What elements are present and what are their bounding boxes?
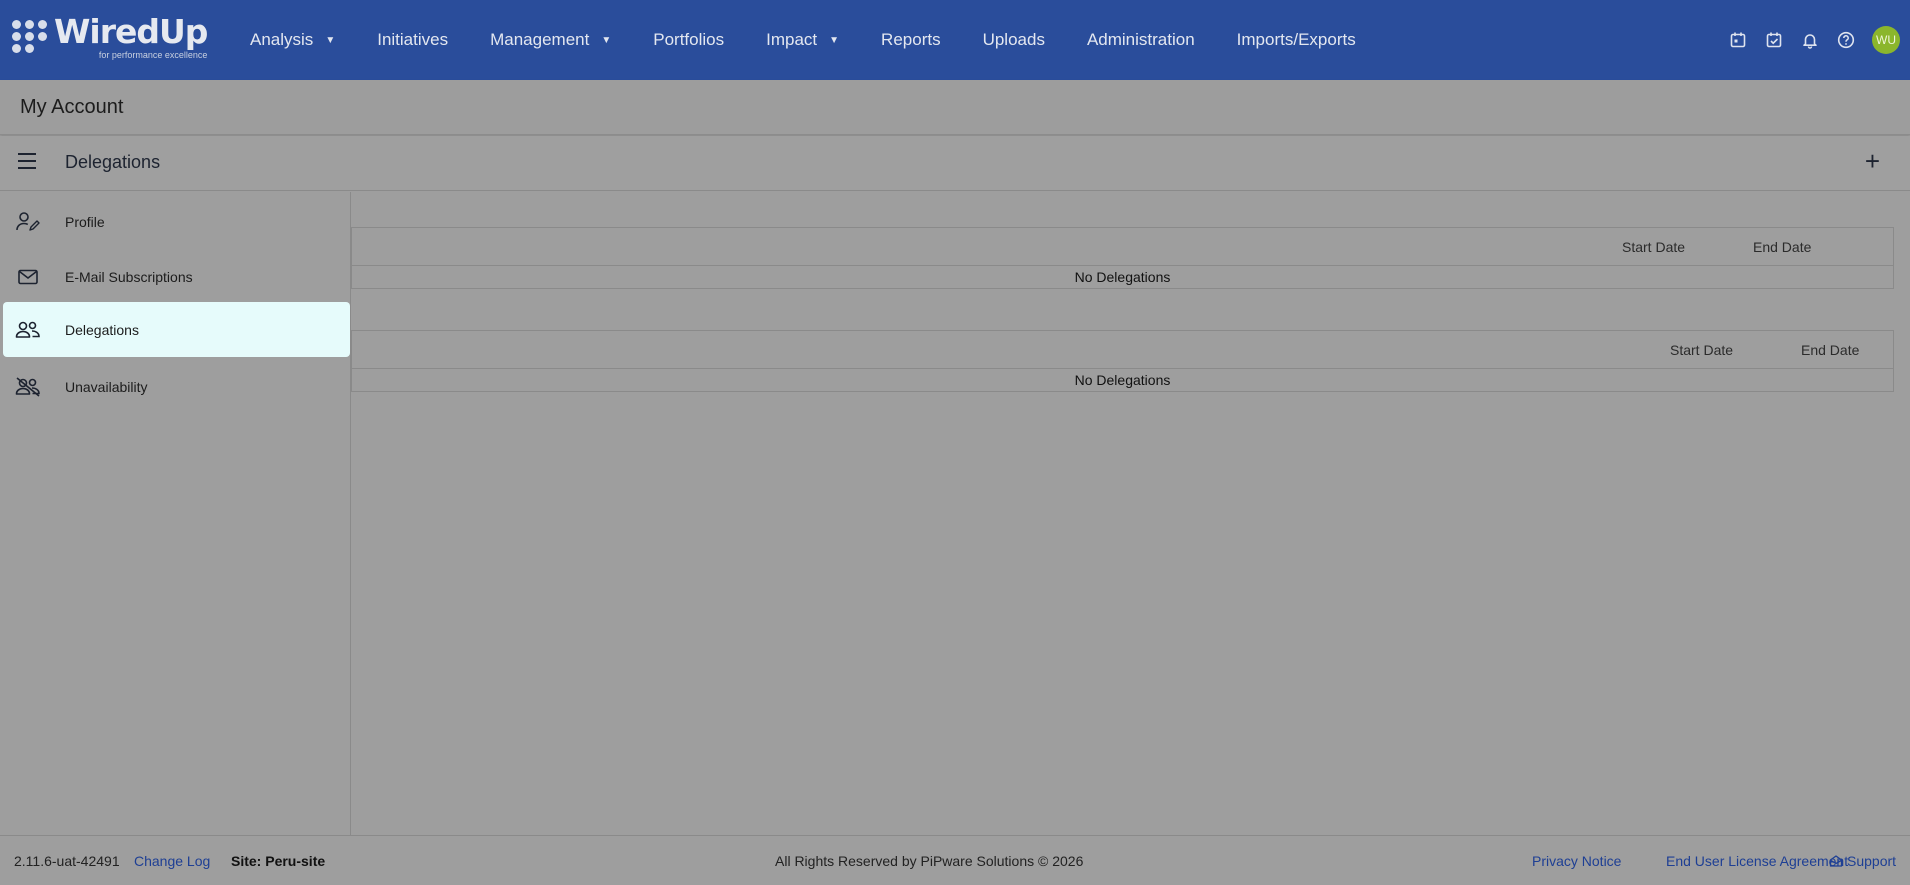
nav-initiatives[interactable]: Initiatives — [377, 30, 448, 50]
main-menu: Analysis ▼ Initiatives Management ▼ Port… — [250, 0, 1398, 80]
section-title: Delegations — [65, 152, 161, 172]
nav-label: Management — [490, 30, 590, 49]
section-header: Delegations + — [0, 136, 1910, 191]
nav-portfolios[interactable]: Portfolios — [653, 30, 724, 50]
logo-tagline: for performance excellence — [98, 50, 208, 60]
nav-reports[interactable]: Reports — [881, 30, 941, 50]
copyright-text: All Rights Reserved by PiPware Solutions… — [775, 853, 1084, 869]
eula-link[interactable]: End User License Agreement — [1666, 853, 1848, 869]
account-header: My Account — [0, 80, 1910, 135]
site-label: Site: Peru-site — [231, 853, 326, 869]
calendar-check-icon[interactable] — [1764, 30, 1784, 50]
empty-message: No Delegations — [1074, 269, 1171, 285]
nav-label: Initiatives — [377, 30, 449, 49]
nav-label: Imports/Exports — [1236, 30, 1356, 49]
nav-imports-exports[interactable]: Imports/Exports — [1237, 30, 1356, 50]
nav-label: Impact — [766, 30, 818, 49]
nav-administration[interactable]: Administration — [1087, 30, 1195, 50]
delegations-table-1: Start Date End Date No Delegations — [351, 227, 1894, 289]
footer: 2.11.6-uat-42491 Change Log Site: Peru-s… — [0, 835, 1910, 885]
user-edit-icon — [15, 209, 41, 235]
sidebar-item-label: Delegations — [65, 321, 139, 338]
table-header: Start Date End Date — [352, 331, 1893, 369]
caret-down-icon: ▼ — [325, 34, 336, 46]
wiredup-logo[interactable]: WiredUp for performance excellence — [12, 14, 216, 66]
nav-label: Uploads — [982, 30, 1045, 49]
page-title: My Account — [20, 96, 124, 118]
logo-dots-icon — [12, 20, 48, 53]
support-link[interactable]: Support — [1829, 853, 1896, 869]
nav-management[interactable]: Management ▼ — [490, 30, 611, 50]
delegations-table-2: Start Date End Date No Delegations — [351, 330, 1894, 392]
column-start-date[interactable]: Start Date — [1622, 239, 1685, 255]
support-icon — [1829, 855, 1843, 867]
column-end-date[interactable]: End Date — [1753, 239, 1811, 255]
nav-label: Reports — [881, 30, 941, 49]
sidebar-item-label: E-Mail Subscriptions — [65, 268, 193, 285]
sidebar-item-unavailability[interactable]: Unavailability — [3, 359, 350, 414]
caret-down-icon: ▼ — [829, 34, 840, 46]
support-label: Support — [1847, 853, 1897, 869]
mail-icon — [15, 264, 41, 290]
table-header: Start Date End Date — [352, 228, 1893, 266]
add-delegation-button[interactable]: + — [1865, 148, 1880, 174]
help-icon[interactable] — [1836, 30, 1856, 50]
privacy-notice-link[interactable]: Privacy Notice — [1532, 853, 1621, 869]
empty-message: No Delegations — [1074, 372, 1171, 388]
column-end-date[interactable]: End Date — [1801, 342, 1859, 358]
calendar-icon[interactable] — [1728, 30, 1748, 50]
nav-uploads[interactable]: Uploads — [983, 30, 1045, 50]
sidebar-item-profile[interactable]: Profile — [3, 194, 350, 249]
account-sidebar: Profile E-Mail Subscriptions Delegations… — [0, 192, 351, 835]
nav-impact[interactable]: Impact ▼ — [766, 30, 839, 50]
sidebar-item-label: Profile — [65, 213, 105, 230]
sidebar-item-label: Unavailability — [65, 378, 148, 395]
users-off-icon — [15, 374, 41, 400]
caret-down-icon: ▼ — [601, 34, 612, 46]
nav-label: Portfolios — [653, 30, 725, 49]
sidebar-item-email-subscriptions[interactable]: E-Mail Subscriptions — [3, 249, 350, 304]
nav-label: Analysis — [250, 30, 314, 49]
version-text: 2.11.6-uat-42491 — [14, 853, 120, 869]
sidebar-item-delegations[interactable]: Delegations — [3, 302, 350, 357]
nav-icon-group: WU — [1712, 0, 1900, 80]
nav-analysis[interactable]: Analysis ▼ — [250, 30, 335, 50]
changelog-link[interactable]: Change Log — [134, 853, 210, 869]
logo-title: WiredUp — [54, 12, 208, 51]
column-start-date[interactable]: Start Date — [1670, 342, 1733, 358]
hamburger-menu-icon[interactable] — [18, 153, 38, 173]
users-icon — [15, 317, 41, 343]
top-navbar: WiredUp for performance excellence Analy… — [0, 0, 1910, 80]
bell-icon[interactable] — [1800, 30, 1820, 50]
user-avatar[interactable]: WU — [1872, 26, 1900, 54]
nav-label: Administration — [1086, 30, 1195, 49]
